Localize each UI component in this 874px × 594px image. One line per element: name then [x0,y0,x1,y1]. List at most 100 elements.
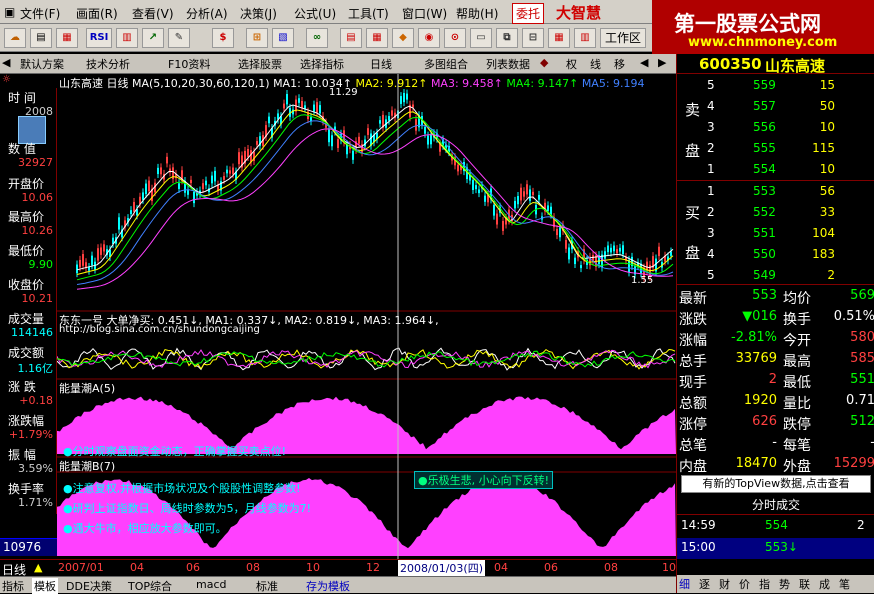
topview-button[interactable]: 有新的TopView数据,点击查看 [681,475,871,493]
rsi-button[interactable]: RSI [86,28,112,48]
quote-value: ▼016 [742,309,777,324]
candle-body [91,255,93,266]
alert-icon[interactable]: ⊙ [444,28,466,48]
right-tab[interactable]: 势 [779,576,790,592]
tab-select-indicator[interactable]: 选择指标 [300,56,344,72]
save-template-button[interactable]: 存为模板 [306,578,350,594]
menu-decision[interactable]: 决策(J) [240,5,277,22]
tab-line[interactable]: 线 [590,56,601,72]
quote-label: 总笔 [679,438,707,454]
tab-select-stock[interactable]: 选择股票 [238,56,282,72]
menu-file[interactable]: 文件(F) [20,5,60,22]
trust-button[interactable]: 委托 [512,3,545,24]
right-tab[interactable]: 联 [799,576,810,592]
tab-multi-chart[interactable]: 多图组合 [424,56,468,72]
right-tab[interactable]: 指 [759,576,770,592]
candle-body [133,202,135,212]
tab-rights[interactable]: 权 [566,56,577,72]
quote-label: 跌停 [783,417,811,433]
level: 1 [707,162,715,176]
calc-icon[interactable]: ▥ [574,28,596,48]
table-icon[interactable]: ▦ [366,28,388,48]
chart-icon[interactable]: ▤ [30,28,52,48]
amount-label: 成交额 [8,346,45,360]
price: 550 [753,247,776,261]
quote-label: 最高 [783,354,811,370]
tab-default-plan[interactable]: 默认方案 [20,56,64,72]
turnover-value: 1.71% [18,496,53,509]
quote-value: 18470 [735,456,777,471]
cursor-date: 2008/01/03(四) [398,560,485,576]
play-icon[interactable]: ◆ [540,56,548,69]
open-icon[interactable]: ☁ [4,28,26,48]
candle-body [619,247,621,252]
candle-body [286,93,288,105]
menu-formula[interactable]: 公式(U) [294,5,336,22]
workspace-button[interactable]: 工作区 [600,28,646,48]
window-icon[interactable]: ▭ [470,28,492,48]
low-price-mark: 1.55 [631,275,654,286]
right-tab[interactable]: 财 [719,576,730,592]
tab-list-data[interactable]: 列表数据 [486,56,530,72]
quote-label: 总手 [679,354,707,370]
app-icon[interactable]: ▣ [4,5,15,19]
level: 3 [707,120,715,134]
bar-icon[interactable]: ▥ [116,28,138,48]
signal-popup: ●乐极生悲, 小心向下反转! [414,471,554,489]
date-tick: 10 [306,561,320,574]
right-tab[interactable]: 逐 [699,576,710,592]
stock-code: 600350 [699,55,762,73]
prev-icon[interactable]: ◀ [2,56,10,69]
tab-daily[interactable]: 日线 [370,56,392,72]
scroll-left-icon[interactable]: ◀ [640,56,648,69]
tab-macd[interactable]: macd [196,578,227,591]
grid-icon[interactable]: ▧ [272,28,294,48]
diamond-icon[interactable]: ◆ [392,28,414,48]
menu-help[interactable]: 帮助(H) [456,5,498,22]
right-tab[interactable]: 价 [739,576,750,592]
tab-tech-analysis[interactable]: 技术分析 [86,56,130,72]
tab-template[interactable]: 模板 [32,578,58,594]
tab-dde[interactable]: DDE决策 [66,578,112,594]
menu-view[interactable]: 查看(V) [132,5,174,22]
quote-label: 每笔 [783,438,811,454]
bottom-value-cell: 10976 [0,538,57,556]
binoculars-icon[interactable]: ∞ [306,28,328,48]
right-tab[interactable]: 笔 [839,576,850,592]
right-tab[interactable]: 成 [819,576,830,592]
tab-f10[interactable]: F10资料 [168,56,210,72]
trade-time: 14:59 [681,518,716,532]
right-tab-bar: 细逐财价指势联成笔 [677,575,874,593]
scroll-right-icon[interactable]: ▶ [658,56,666,69]
f10-icon[interactable]: ◉ [418,28,440,48]
candle-body [412,104,414,108]
kline-icon[interactable]: ▦ [56,28,78,48]
quote-label: 总额 [679,396,707,412]
candle-body [145,183,147,194]
chart-area[interactable]: 山东高速 日线 MA(5,10,20,30,60,120,1) MA1: 10.… [57,74,676,569]
menu-window[interactable]: 窗口(W) [402,5,447,22]
menu-tools[interactable]: 工具(T) [348,5,389,22]
tab-indicators[interactable]: 指标 [2,578,24,594]
draw-icon[interactable]: ✎ [168,28,190,48]
menu-screen[interactable]: 画面(R) [76,5,118,22]
grid2-icon[interactable]: ▦ [548,28,570,48]
news-icon[interactable]: ▤ [340,28,362,48]
trend-icon[interactable]: ↗ [142,28,164,48]
candle-body [574,257,576,265]
price: 549 [753,268,776,282]
menu-analysis[interactable]: 分析(A) [186,5,228,22]
link-icon[interactable]: ⊞ [246,28,268,48]
quote-value: 626 [752,414,777,429]
cascade-icon[interactable]: ⊟ [522,28,544,48]
tab-standard[interactable]: 标准 [256,578,278,594]
tab-top[interactable]: TOP综合 [128,578,172,594]
restore-icon[interactable]: ⧉ [496,28,518,48]
candle-body [565,239,567,249]
candle-body [316,102,318,113]
candle-body [301,101,303,109]
dollar-icon[interactable]: $ [212,28,234,48]
candle-body [283,103,285,109]
tab-move[interactable]: 移 [614,56,625,72]
right-tab[interactable]: 细 [679,576,690,592]
